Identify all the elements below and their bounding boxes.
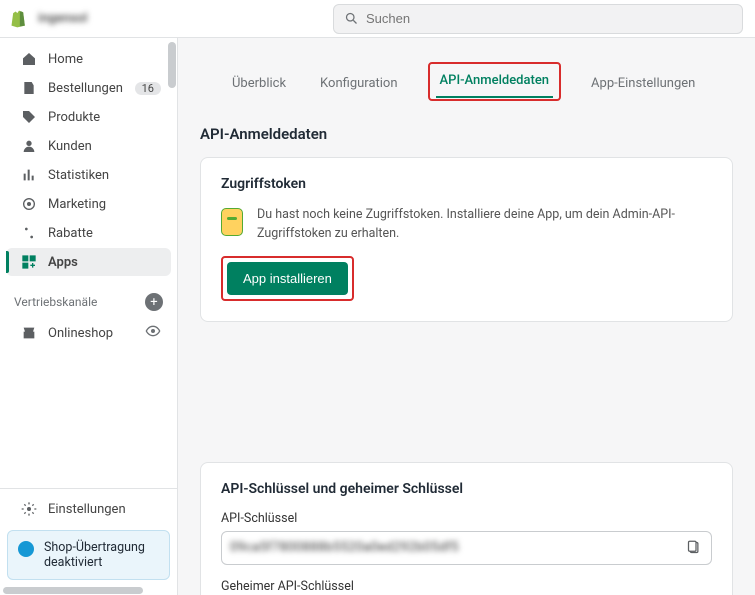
sidebar-scrollbar[interactable] xyxy=(168,42,176,88)
page-title: API-Anmeldedaten xyxy=(200,125,733,143)
sidebar-item-label: Statistiken xyxy=(48,168,109,183)
percent-icon xyxy=(20,224,38,242)
token-icon xyxy=(221,208,243,236)
sidebar-item-label: Rabatte xyxy=(48,226,93,241)
store-icon xyxy=(20,324,38,342)
tab-app-settings[interactable]: App-Einstellungen xyxy=(587,70,699,101)
apps-icon xyxy=(20,253,38,271)
sidebar-item-label: Home xyxy=(48,52,83,67)
search-field[interactable] xyxy=(366,11,732,26)
bars-icon xyxy=(20,166,38,184)
gear-icon xyxy=(20,500,38,518)
tabs: Überblick Konfiguration API-Anmeldedaten… xyxy=(200,38,733,101)
sidebar-item-label: Apps xyxy=(48,255,78,270)
add-channel-button[interactable]: + xyxy=(145,293,163,311)
token-card: Zugriffstoken Du hast noch keine Zugriff… xyxy=(200,157,733,322)
highlight-install-button: App installieren xyxy=(221,256,354,301)
main-content: Überblick Konfiguration API-Anmeldedaten… xyxy=(178,38,755,595)
token-text: Du hast noch keine Zugriffstoken. Instal… xyxy=(257,206,712,244)
sidebar-item-label: Onlineshop xyxy=(48,326,113,341)
install-app-button[interactable]: App installieren xyxy=(227,262,348,295)
highlight-creds-tab: API-Anmeldedaten xyxy=(428,62,562,101)
eye-icon[interactable] xyxy=(145,323,161,343)
orders-icon xyxy=(20,79,38,97)
api-key-field[interactable]: 09ca5f7800888b5520a0ed292b05df5 xyxy=(221,531,712,565)
copy-api-key-button[interactable] xyxy=(683,538,703,558)
notice-text: Shop-Übertragung deaktiviert xyxy=(44,540,159,570)
sidebar-hscroll[interactable] xyxy=(3,587,143,594)
sidebar-item-orders[interactable]: Bestellungen 16 xyxy=(6,74,171,102)
keys-card: API-Schlüssel und geheimer Schlüssel API… xyxy=(200,462,733,595)
target-icon xyxy=(20,195,38,213)
sidebar-item-label: Einstellungen xyxy=(48,502,126,517)
channels-heading: Vertriebskanäle + xyxy=(0,277,177,317)
sidebar-item-home[interactable]: Home xyxy=(6,45,171,73)
info-icon xyxy=(18,541,34,557)
keys-heading: API-Schlüssel und geheimer Schlüssel xyxy=(221,481,712,497)
tab-overview[interactable]: Überblick xyxy=(228,70,290,101)
topbar: ingensol xyxy=(0,0,755,38)
sidebar-channel-onlineshop[interactable]: Onlineshop xyxy=(6,318,171,348)
sidebar: Home Bestellungen 16 Produkte Kunden Sta… xyxy=(0,38,178,595)
sidebar-item-customers[interactable]: Kunden xyxy=(6,132,171,160)
sidebar-item-label: Kunden xyxy=(48,139,92,154)
sidebar-item-label: Produkte xyxy=(48,110,100,125)
api-key-value: 09ca5f7800888b5520a0ed292b05df5 xyxy=(230,540,677,555)
clipboard-icon xyxy=(686,540,701,555)
token-heading: Zugriffstoken xyxy=(221,176,712,192)
sidebar-item-label: Bestellungen xyxy=(48,81,123,96)
sidebar-item-products[interactable]: Produkte xyxy=(6,103,171,131)
tab-config[interactable]: Konfiguration xyxy=(316,70,401,101)
orders-badge: 16 xyxy=(135,82,161,95)
person-icon xyxy=(20,137,38,155)
api-key-label: API-Schlüssel xyxy=(221,511,712,526)
sidebar-item-discounts[interactable]: Rabatte xyxy=(6,219,171,247)
sidebar-item-apps[interactable]: Apps xyxy=(6,248,171,276)
sidebar-item-marketing[interactable]: Marketing xyxy=(6,190,171,218)
search-icon xyxy=(344,11,359,26)
store-name: ingensol xyxy=(38,11,88,26)
tab-credentials[interactable]: API-Anmeldedaten xyxy=(436,67,554,98)
shopify-logo-icon xyxy=(8,8,30,30)
transfer-notice[interactable]: Shop-Übertragung deaktiviert xyxy=(7,530,170,580)
sidebar-item-settings[interactable]: Einstellungen xyxy=(6,495,171,523)
search-input[interactable] xyxy=(333,4,743,34)
secret-label: Geheimer API-Schlüssel xyxy=(221,579,712,594)
home-icon xyxy=(20,50,38,68)
sidebar-item-label: Marketing xyxy=(48,197,106,212)
sidebar-item-analytics[interactable]: Statistiken xyxy=(6,161,171,189)
tag-icon xyxy=(20,108,38,126)
